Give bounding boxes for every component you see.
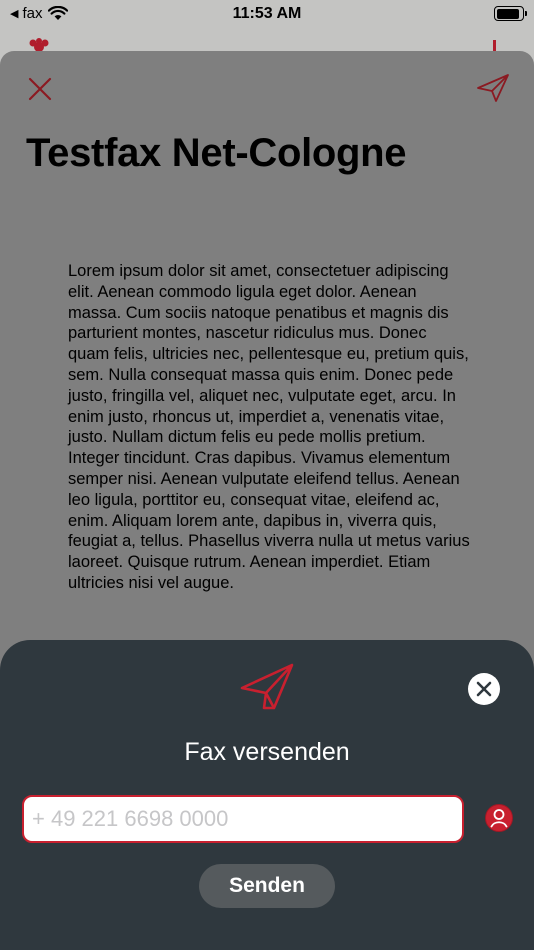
send-button[interactable]: Senden: [199, 864, 335, 908]
battery-icon: [494, 6, 527, 21]
close-icon[interactable]: [26, 75, 54, 103]
document-body: Lorem ipsum dolor sit amet, consectetuer…: [68, 262, 470, 592]
battery-level: [496, 8, 519, 19]
close-circle-icon[interactable]: [468, 673, 500, 705]
send-fax-sheet: Fax versenden Senden: [0, 640, 534, 950]
paper-plane-icon: [240, 663, 294, 710]
status-bar: ◀ fax 11:53 AM: [0, 0, 534, 28]
contact-person-icon[interactable]: [484, 803, 514, 833]
sheet-title: Fax versenden: [184, 738, 350, 766]
document-title: Testfax Net-Cologne: [26, 131, 407, 175]
battery-cap: [525, 11, 527, 16]
status-time: 11:53 AM: [232, 5, 302, 22]
close-icon: [476, 681, 492, 697]
paper-plane-icon[interactable]: [476, 73, 510, 103]
fax-number-input[interactable]: [22, 795, 464, 843]
